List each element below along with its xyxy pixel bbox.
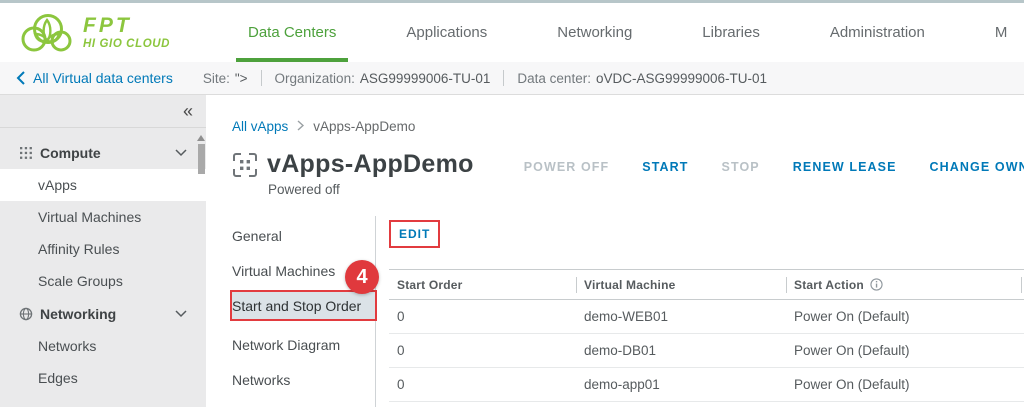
start-button[interactable]: START bbox=[642, 160, 688, 174]
edit-button[interactable]: EDIT bbox=[399, 227, 430, 241]
context-divider bbox=[261, 70, 262, 86]
sidebar-item-affinity-rules[interactable]: Affinity Rules bbox=[0, 233, 206, 265]
table-header-row: Start Order Virtual Machine Start Action bbox=[389, 270, 1024, 300]
collapse-sidebar-icon[interactable]: « bbox=[183, 102, 193, 120]
chevron-left-icon bbox=[16, 71, 25, 85]
sidebar-item-edges[interactable]: Edges bbox=[0, 362, 206, 394]
site-value: "> bbox=[235, 71, 248, 86]
sidebar-item-scale-groups[interactable]: Scale Groups bbox=[0, 265, 206, 297]
renew-lease-button[interactable]: RENEW LEASE bbox=[793, 160, 897, 174]
site-label: Site: bbox=[203, 71, 230, 86]
sidebar-group-networking[interactable]: Networking bbox=[0, 297, 206, 330]
sidebar-header: « bbox=[0, 95, 206, 128]
back-link-label: All Virtual data centers bbox=[33, 70, 173, 86]
context-divider bbox=[503, 70, 504, 86]
table-row: 0 demo-DB01 Power On (Default) bbox=[389, 334, 1024, 368]
logo-text: FPT HI GIO CLOUD bbox=[83, 15, 170, 49]
sidebar-group-compute[interactable]: Compute bbox=[0, 136, 206, 169]
sidebar-item-virtual-machines[interactable]: Virtual Machines bbox=[0, 201, 206, 233]
context-data-center: Data center: oVDC-ASG99999006-TU-01 bbox=[517, 71, 767, 86]
cell-start-action: Power On (Default) bbox=[786, 300, 1021, 334]
tab-networks[interactable]: Networks bbox=[232, 362, 375, 397]
primary-nav: Data Centers Applications Networking Lib… bbox=[236, 3, 1024, 62]
breadcrumb-current: vApps-AppDemo bbox=[313, 119, 415, 134]
action-bar: POWER OFF START STOP RENEW LEASE CHANGE … bbox=[524, 160, 1024, 174]
top-nav: FPT HI GIO CLOUD Data Centers Applicatio… bbox=[0, 0, 1024, 62]
nav-tab-libraries[interactable]: Libraries bbox=[690, 3, 772, 62]
sidebar: « Compute bbox=[0, 95, 206, 407]
detail-body: General Virtual Machines Start and Stop … bbox=[232, 216, 1024, 407]
cell-start-order: 0 bbox=[389, 300, 576, 334]
breadcrumb: All vApps vApps-AppDemo bbox=[232, 119, 1024, 134]
content-row: « Compute bbox=[0, 95, 1024, 407]
tab-label: Start and Stop Order bbox=[232, 298, 361, 314]
nav-tab-administration[interactable]: Administration bbox=[818, 3, 937, 62]
title-row: vApps-AppDemo POWER OFF START STOP RENEW… bbox=[232, 150, 1024, 179]
column-header-virtual-machine: Virtual Machine bbox=[576, 270, 786, 300]
logo-line1: FPT bbox=[83, 15, 170, 37]
organization-label: Organization: bbox=[275, 71, 355, 86]
vapp-icon bbox=[232, 152, 258, 178]
nav-tab-data-centers[interactable]: Data Centers bbox=[236, 3, 348, 62]
cloud-logo-icon bbox=[16, 10, 74, 56]
main-panel: All vApps vApps-AppDemo bbox=[206, 95, 1024, 407]
page-title: vApps-AppDemo bbox=[267, 150, 474, 179]
tab-content: EDIT Start Order Virtual Machine bbox=[376, 216, 1024, 407]
cell-start-order: 0 bbox=[389, 334, 576, 368]
power-off-button[interactable]: POWER OFF bbox=[524, 160, 610, 174]
column-header-start-action: Start Action bbox=[786, 270, 1021, 300]
cell-start-action: Power On (Default) bbox=[786, 334, 1021, 368]
table-row: 0 demo-app01 Power On (Default) bbox=[389, 368, 1024, 402]
change-owner-button[interactable]: CHANGE OWNER bbox=[930, 160, 1024, 174]
back-link-all-virtual-data-centers[interactable]: All Virtual data centers bbox=[16, 70, 173, 86]
sidebar-item-networks[interactable]: Networks bbox=[0, 330, 206, 362]
sidebar-nav: Compute vApps Virtual Machines Affinity … bbox=[0, 128, 206, 394]
data-center-value: oVDC-ASG99999006-TU-01 bbox=[596, 71, 767, 86]
cell-virtual-machine: demo-WEB01 bbox=[576, 300, 786, 334]
tab-network-diagram[interactable]: Network Diagram bbox=[232, 327, 375, 362]
column-header-start-order: Start Order bbox=[389, 270, 576, 300]
cell-virtual-machine: demo-DB01 bbox=[576, 334, 786, 368]
page: FPT HI GIO CLOUD Data Centers Applicatio… bbox=[0, 0, 1024, 407]
cell-start-action: Power On (Default) bbox=[786, 368, 1021, 402]
edit-annotation-box: EDIT bbox=[389, 220, 440, 248]
scrollbar-thumb[interactable] bbox=[198, 144, 205, 174]
chevron-down-icon bbox=[175, 310, 187, 318]
sidebar-group-label: Compute bbox=[40, 145, 101, 161]
start-stop-order-table: Start Order Virtual Machine Start Action bbox=[389, 269, 1024, 402]
chevron-down-icon bbox=[175, 149, 187, 157]
tab-start-and-stop-order[interactable]: Start and Stop Order 4 bbox=[232, 292, 375, 319]
nav-tab-applications[interactable]: Applications bbox=[394, 3, 499, 62]
nav-tab-truncated[interactable]: M bbox=[983, 3, 1020, 62]
compute-grid-icon bbox=[19, 146, 33, 160]
organization-value: ASG99999006-TU-01 bbox=[360, 71, 491, 86]
table-row: 0 demo-WEB01 Power On (Default) bbox=[389, 300, 1024, 334]
breadcrumb-all-vapps-link[interactable]: All vApps bbox=[232, 119, 288, 134]
chevron-right-icon bbox=[297, 119, 304, 134]
info-icon[interactable] bbox=[870, 278, 883, 291]
context-organization: Organization: ASG99999006-TU-01 bbox=[275, 71, 491, 86]
sidebar-item-vapps[interactable]: vApps bbox=[0, 169, 206, 201]
stop-button[interactable]: STOP bbox=[722, 160, 760, 174]
tab-general[interactable]: General bbox=[232, 218, 375, 253]
sidebar-group-label: Networking bbox=[40, 306, 116, 322]
vapp-tabs: General Virtual Machines Start and Stop … bbox=[232, 216, 376, 407]
cell-start-order: 0 bbox=[389, 368, 576, 402]
logo-line2: HI GIO CLOUD bbox=[83, 38, 170, 50]
power-status: Powered off bbox=[268, 182, 1024, 197]
data-center-label: Data center: bbox=[517, 71, 591, 86]
context-bar: All Virtual data centers Site: "> Organi… bbox=[0, 62, 1024, 95]
annotation-step-badge: 4 bbox=[345, 260, 379, 294]
globe-icon bbox=[19, 307, 33, 321]
brand-logo[interactable]: FPT HI GIO CLOUD bbox=[0, 3, 196, 62]
context-site: Site: "> bbox=[203, 71, 248, 86]
scrollbar-up-arrow[interactable] bbox=[197, 135, 205, 141]
cell-virtual-machine: demo-app01 bbox=[576, 368, 786, 402]
nav-tab-networking[interactable]: Networking bbox=[545, 3, 644, 62]
